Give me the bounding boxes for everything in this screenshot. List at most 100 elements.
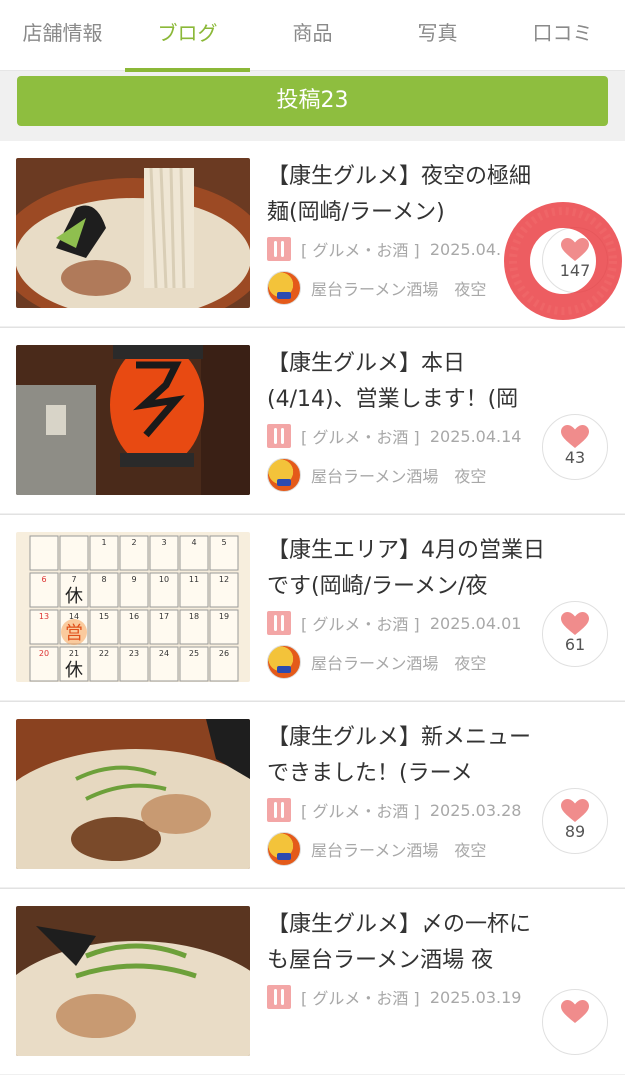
- post-date: 2025.04.01: [429, 613, 522, 633]
- calendar-day: 25: [189, 649, 199, 658]
- like-count: 147: [559, 261, 591, 280]
- shop-logo: [267, 645, 301, 679]
- fork-knife-icon: [267, 237, 291, 261]
- like-button[interactable]: 61: [542, 601, 608, 667]
- shop-name: 屋台ラーメン酒場 夜空: [311, 467, 487, 486]
- post-title[interactable]: 【康生グルメ】新メニューできました！(ラーメ: [267, 720, 545, 792]
- post-date: 2025.04.: [429, 239, 502, 259]
- tab-reviews[interactable]: 口コミ: [500, 0, 625, 70]
- list-item[interactable]: 【康生グルメ】新メニューできました！(ラーメ [ グルメ・お酒 ] 2025.0…: [0, 701, 625, 887]
- calendar-day: 6: [41, 575, 46, 584]
- fork-knife-icon: [267, 611, 291, 635]
- calendar-day: 3: [161, 538, 166, 547]
- list-item[interactable]: 1 2 3 4 5 6 7 8 9 10 11 12 13 14 15 16 17 18 19 20 21 22 23 24 2…: [0, 514, 625, 700]
- post-title[interactable]: 【康生グルメ】夜空の極細麺(岡崎/ラーメン): [267, 159, 545, 231]
- like-count: 43: [564, 448, 586, 467]
- shop-logo: [267, 832, 301, 866]
- post-category: [ グルメ・お酒 ]: [301, 615, 420, 634]
- calendar-cell: [29, 535, 59, 571]
- post-category: [ グルメ・お酒 ]: [301, 802, 420, 821]
- post-date: 2025.03.28: [429, 800, 522, 820]
- calendar-day: 4: [191, 538, 196, 547]
- heart-icon: [561, 1000, 589, 1023]
- post-date: 2025.03.19: [429, 987, 522, 1007]
- calendar-day: 8: [101, 575, 106, 584]
- calendar-day: 15: [99, 612, 109, 621]
- post-title[interactable]: 【康生グルメ】〆の一杯にも屋台ラーメン酒場 夜: [267, 907, 545, 979]
- shop-row: 屋台ラーメン酒場 夜空: [267, 458, 486, 492]
- calendar-image: 1 2 3 4 5 6 7 8 9 10 11 12 13 14 15 16 17 18 19 20 21 22 23 24 2…: [16, 532, 250, 682]
- heart-icon: [561, 799, 589, 822]
- tab-photos[interactable]: 写真: [375, 0, 500, 70]
- list-item[interactable]: 【康生グルメ】本日(4/14)、営業します！(岡崎/ [ グルメ・お酒 ] 20…: [0, 327, 625, 513]
- post-meta: [ グルメ・お酒 ] 2025.04.14: [267, 424, 521, 448]
- blog-list: 【康生グルメ】夜空の極細麺(岡崎/ラーメン) [ グルメ・お酒 ] 2025.0…: [0, 141, 625, 1075]
- shop-logo: [267, 271, 301, 305]
- like-count: 89: [564, 822, 586, 841]
- like-button[interactable]: 89: [542, 788, 608, 854]
- heart-icon: [561, 425, 589, 448]
- list-item[interactable]: 【康生グルメ】〆の一杯にも屋台ラーメン酒場 夜 [ グルメ・お酒 ] 2025.…: [0, 888, 625, 1074]
- tab-bar: 店舗情報 ブログ 商品 写真 口コミ: [0, 0, 625, 72]
- calendar-grid: 1 2 3 4 56 7 8 9 10 11 1213 14 15 16 17 18 1920 21 22 23 24 2…: [29, 535, 239, 682]
- ramen-photo: [16, 719, 250, 869]
- post-meta: [ グルメ・お酒 ] 2025.04.: [267, 237, 501, 261]
- ramen-photo: [16, 906, 250, 1056]
- calendar-day: 17: [159, 612, 169, 621]
- calendar-day: 9: [131, 575, 136, 584]
- tab-products[interactable]: 商品: [250, 0, 375, 70]
- shop-logo: [267, 458, 301, 492]
- shop-name: 屋台ラーメン酒場 夜空: [311, 841, 487, 860]
- calendar-day: 18: [189, 612, 199, 621]
- post-title[interactable]: 【康生グルメ】本日(4/14)、営業します！(岡崎/: [267, 346, 545, 418]
- calendar-day: 16: [129, 612, 139, 621]
- calendar-cell: [59, 535, 89, 571]
- shop-row: 屋台ラーメン酒場 夜空: [267, 832, 486, 866]
- post-title[interactable]: 【康生エリア】4月の営業日です(岡崎/ラーメン/夜: [267, 533, 545, 605]
- post-count-button[interactable]: 投稿23: [17, 76, 608, 126]
- post-meta: [ グルメ・お酒 ] 2025.04.01: [267, 611, 521, 635]
- shop-name: 屋台ラーメン酒場 夜空: [311, 280, 487, 299]
- ramen-photo: [16, 158, 250, 308]
- fork-knife-icon: [267, 985, 291, 1009]
- calendar-day: 11: [189, 575, 199, 584]
- post-category: [ グルメ・お酒 ]: [301, 241, 420, 260]
- heart-icon: [561, 238, 589, 261]
- calendar-day: 21: [69, 649, 79, 658]
- calendar-day: 23: [129, 649, 139, 658]
- calendar-mark: 休: [65, 586, 83, 607]
- like-button[interactable]: 43: [542, 414, 608, 480]
- post-meta: [ グルメ・お酒 ] 2025.03.28: [267, 798, 521, 822]
- calendar-day: 5: [221, 538, 226, 547]
- calendar-day: 2: [131, 538, 136, 547]
- post-category: [ グルメ・お酒 ]: [301, 428, 420, 447]
- like-button[interactable]: 147: [542, 227, 608, 293]
- calendar-day: 1: [101, 538, 106, 547]
- calendar-day: 24: [159, 649, 169, 658]
- like-count: 61: [564, 635, 586, 654]
- heart-icon: [561, 612, 589, 635]
- lantern-photo: [16, 345, 250, 495]
- calendar-day: 26: [219, 649, 229, 658]
- post-meta: [ グルメ・お酒 ] 2025.03.19: [267, 985, 521, 1009]
- post-date: 2025.04.14: [429, 426, 522, 446]
- like-button[interactable]: [542, 989, 608, 1055]
- shop-row: 屋台ラーメン酒場 夜空: [267, 645, 486, 679]
- calendar-day: 12: [219, 575, 229, 584]
- calendar-day: 10: [159, 575, 169, 584]
- calendar-day: 20: [39, 649, 49, 658]
- fork-knife-icon: [267, 798, 291, 822]
- calendar-day: 19: [219, 612, 229, 621]
- calendar-day: 22: [99, 649, 109, 658]
- fork-knife-icon: [267, 424, 291, 448]
- calendar-day: 7: [71, 575, 76, 584]
- list-item[interactable]: 【康生グルメ】夜空の極細麺(岡崎/ラーメン) [ グルメ・お酒 ] 2025.0…: [0, 141, 625, 326]
- tab-blog[interactable]: ブログ: [125, 0, 250, 72]
- tab-store-info[interactable]: 店舗情報: [0, 0, 125, 70]
- calendar-mark: 休: [65, 660, 83, 681]
- calendar-mark: 営: [65, 623, 83, 644]
- shop-row: 屋台ラーメン酒場 夜空: [267, 271, 486, 305]
- shop-name: 屋台ラーメン酒場 夜空: [311, 654, 487, 673]
- post-category: [ グルメ・お酒 ]: [301, 989, 420, 1008]
- calendar-day: 13: [39, 612, 49, 621]
